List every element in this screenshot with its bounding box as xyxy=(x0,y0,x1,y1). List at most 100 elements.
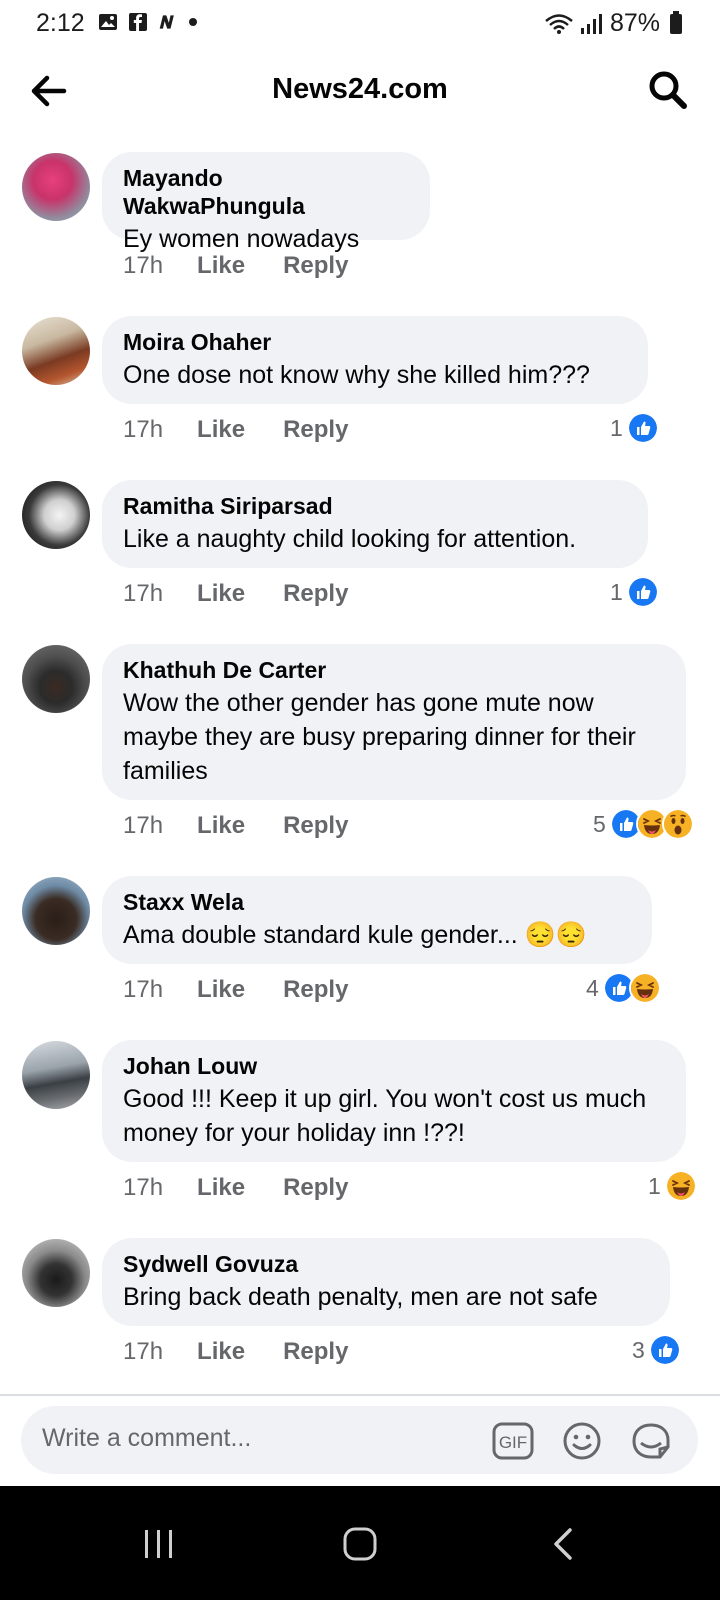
status-time: 2:12 xyxy=(36,9,85,37)
comment-bubble: Moira Ohaher One dose not know why she k… xyxy=(102,316,648,404)
avatar[interactable] xyxy=(22,877,90,945)
like-button[interactable]: Like xyxy=(197,580,245,608)
dot-icon xyxy=(189,18,197,26)
like-button[interactable]: Like xyxy=(197,1174,245,1202)
like-icon xyxy=(626,412,659,444)
header: News24.com xyxy=(0,56,720,126)
comment-time[interactable]: 17h xyxy=(123,812,163,840)
search-icon xyxy=(649,71,687,109)
smiley-icon xyxy=(563,1422,601,1460)
comment-bubble: Mayando WakwaPhungula Ey women nowadays xyxy=(102,152,430,253)
comment-time[interactable]: 17h xyxy=(123,976,163,1004)
gif-icon: GIF xyxy=(492,1422,534,1460)
reaction-summary[interactable]: 3 xyxy=(632,1334,681,1366)
comment-actions: 17h Like Reply xyxy=(123,1174,348,1202)
emoji-button[interactable] xyxy=(562,1421,602,1461)
home-button[interactable] xyxy=(332,1516,388,1572)
like-button[interactable]: Like xyxy=(197,812,245,840)
comment-composer: GIF xyxy=(21,1406,698,1474)
reply-button[interactable]: Reply xyxy=(283,976,348,1004)
haha-icon xyxy=(664,1170,697,1202)
wow-icon xyxy=(661,808,694,840)
avatar[interactable] xyxy=(22,481,90,549)
avatar[interactable] xyxy=(22,1239,90,1307)
facebook-icon xyxy=(129,13,147,31)
chevron-left-icon xyxy=(554,1528,572,1560)
reaction-summary[interactable]: 1 xyxy=(648,1170,697,1202)
comment-author[interactable]: Moira Ohaher xyxy=(123,328,628,356)
page-title: News24.com xyxy=(272,73,448,105)
reaction-count: 1 xyxy=(648,1172,661,1199)
reaction-count: 3 xyxy=(632,1336,645,1363)
comment-bubble: Staxx Wela Ama double standard kule gend… xyxy=(102,876,652,964)
wifi-icon xyxy=(545,13,573,34)
avatar[interactable] xyxy=(22,645,90,713)
comment-actions: 17h Like Reply xyxy=(123,416,348,444)
sticker-button[interactable] xyxy=(630,1421,670,1461)
comment-text: Good !!! Keep it up girl. You won't cost… xyxy=(123,1085,647,1147)
system-back-button[interactable] xyxy=(536,1516,592,1572)
battery-icon xyxy=(670,10,682,34)
reaction-count: 4 xyxy=(586,974,599,1001)
reaction-summary[interactable]: 1 xyxy=(610,576,659,608)
reply-button[interactable]: Reply xyxy=(283,812,348,840)
comment-actions: 17h Like Reply xyxy=(123,252,348,280)
comment-bubble: Johan Louw Good !!! Keep it up girl. You… xyxy=(102,1040,686,1162)
comment-author[interactable]: Johan Louw xyxy=(123,1052,666,1080)
avatar[interactable] xyxy=(22,153,90,221)
reaction-summary[interactable]: 1 xyxy=(610,412,659,444)
avatar[interactable] xyxy=(22,1041,90,1109)
comment-author[interactable]: Khathuh De Carter xyxy=(123,656,666,684)
back-button[interactable] xyxy=(26,68,72,114)
like-button[interactable]: Like xyxy=(197,416,245,444)
comment-author[interactable]: Mayando WakwaPhungula xyxy=(123,164,410,220)
recent-apps-button[interactable] xyxy=(130,1516,186,1572)
comment-time[interactable]: 17h xyxy=(123,580,163,608)
reply-button[interactable]: Reply xyxy=(283,416,348,444)
comment-actions: 17h Like Reply xyxy=(123,1338,348,1366)
comment-text: Ama double standard kule gender... 😔😔 xyxy=(123,921,587,949)
system-nav-bar xyxy=(0,1486,720,1600)
svg-text:GIF: GIF xyxy=(499,1433,527,1452)
battery-percent: 87% xyxy=(609,9,660,37)
like-icon xyxy=(648,1334,681,1366)
status-bar: 2:12 87% xyxy=(0,0,720,46)
comment-author[interactable]: Staxx Wela xyxy=(123,888,632,916)
gallery-icon xyxy=(99,14,117,30)
comment-text: Like a naughty child looking for attenti… xyxy=(123,525,577,553)
like-button[interactable]: Like xyxy=(197,1338,245,1366)
comment-text: Wow the other gender has gone mute now m… xyxy=(123,689,636,785)
comment-time[interactable]: 17h xyxy=(123,1174,163,1202)
like-button[interactable]: Like xyxy=(197,976,245,1004)
comment-text: Ey women nowadays xyxy=(123,225,360,253)
haha-icon xyxy=(628,972,661,1004)
comment-bubble: Khathuh De Carter Wow the other gender h… xyxy=(102,644,686,800)
comment-actions: 17h Like Reply xyxy=(123,976,348,1004)
news24-icon xyxy=(159,15,174,29)
comment-time[interactable]: 17h xyxy=(123,252,163,280)
notification-icons xyxy=(98,12,198,32)
reply-button[interactable]: Reply xyxy=(283,1338,348,1366)
divider xyxy=(0,1394,720,1396)
comment-input[interactable] xyxy=(42,1424,472,1453)
like-button[interactable]: Like xyxy=(197,252,245,280)
comment-bubble: Ramitha Siriparsad Like a naughty child … xyxy=(102,480,648,568)
gif-button[interactable]: GIF xyxy=(492,1421,534,1461)
search-button[interactable] xyxy=(646,68,690,112)
avatar[interactable] xyxy=(22,317,90,385)
arrow-left-icon xyxy=(31,75,67,107)
comment-author[interactable]: Sydwell Govuza xyxy=(123,1250,650,1278)
comment-author[interactable]: Ramitha Siriparsad xyxy=(123,492,628,520)
signal-icon xyxy=(580,13,602,34)
reply-button[interactable]: Reply xyxy=(283,1174,348,1202)
comment-text: One dose not know why she killed him??? xyxy=(123,361,590,389)
home-icon xyxy=(343,1527,377,1561)
reply-button[interactable]: Reply xyxy=(283,252,348,280)
recents-icon xyxy=(145,1530,172,1558)
reply-button[interactable]: Reply xyxy=(283,580,348,608)
reaction-summary[interactable]: 5 xyxy=(593,808,694,840)
comment-time[interactable]: 17h xyxy=(123,416,163,444)
reaction-count: 1 xyxy=(610,414,623,441)
reaction-summary[interactable]: 4 xyxy=(586,972,661,1004)
comment-time[interactable]: 17h xyxy=(123,1338,163,1366)
